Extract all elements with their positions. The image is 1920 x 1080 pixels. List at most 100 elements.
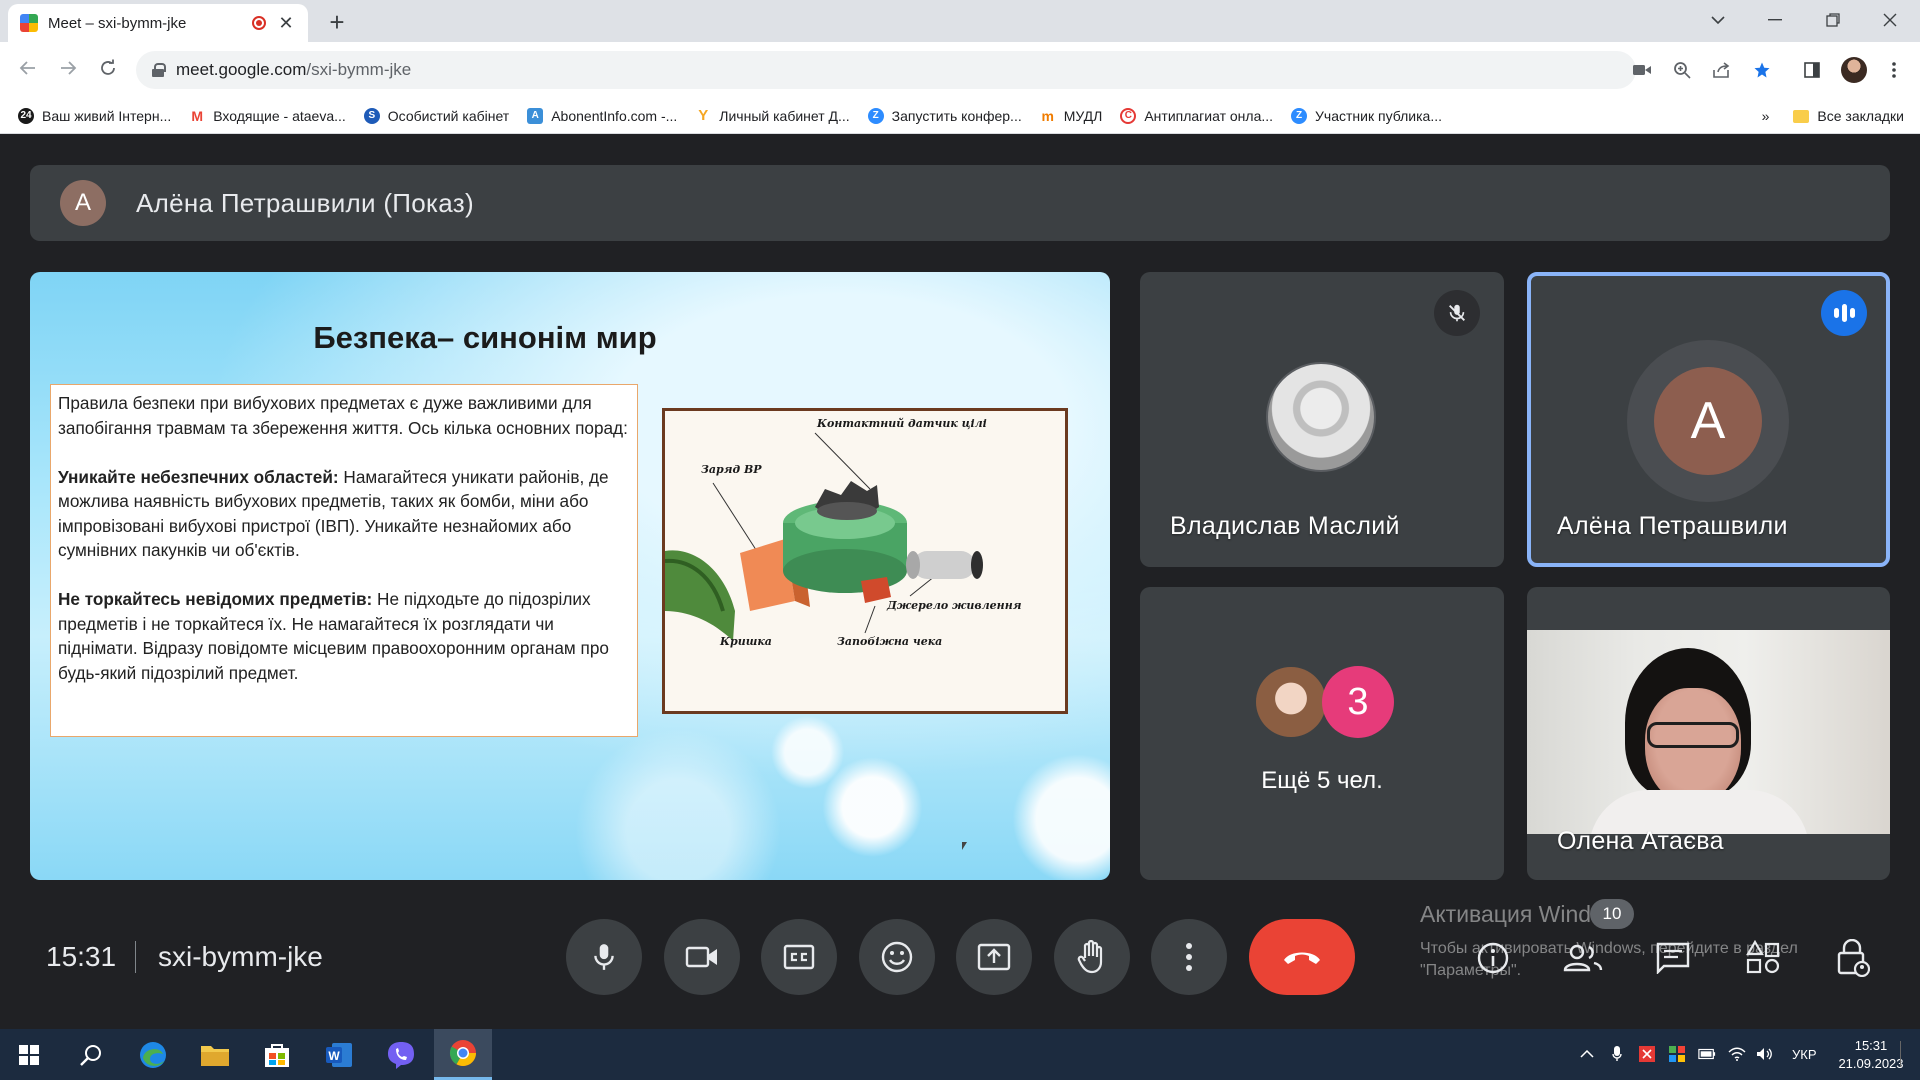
participant-avatar: А: [1654, 367, 1762, 475]
tab-close-icon[interactable]: ✕: [276, 13, 296, 34]
captions-button[interactable]: [761, 919, 837, 995]
more-bookmarks-chevron-icon[interactable]: »: [1762, 108, 1770, 124]
new-tab-button[interactable]: +: [322, 8, 352, 38]
back-arrow-icon[interactable]: [12, 54, 44, 86]
bookmark-item[interactable]: 24 Ваш живий Інтерн...: [18, 107, 171, 124]
microphone-button[interactable]: [566, 919, 642, 995]
tab-search-chevron-down-icon[interactable]: [1690, 0, 1746, 40]
google-meet-favicon-icon: [20, 14, 38, 32]
bookmark-item[interactable]: C Антиплагиат онла...: [1120, 107, 1273, 124]
camera-in-use-icon[interactable]: [1626, 51, 1658, 89]
raise-hand-button[interactable]: [1054, 919, 1130, 995]
address-bar[interactable]: meet.google.com/sxi-bymm-jke: [136, 51, 1770, 89]
bookmark-item[interactable]: Z Запустить конфер...: [867, 107, 1022, 124]
meeting-code: sxi-bymm-jke: [158, 941, 323, 972]
bookmark-item[interactable]: S Особистий кабінет: [363, 107, 509, 124]
search-icon[interactable]: [62, 1029, 120, 1080]
app-tray-icon[interactable]: [1638, 1045, 1656, 1063]
browser-toolbar: meet.google.com/sxi-bymm-jke: [0, 42, 1920, 98]
microsoft-store-icon[interactable]: [248, 1029, 306, 1080]
bookmark-star-icon[interactable]: [1746, 51, 1778, 89]
slide-point-1: Уникайте небезпечних областей: Намагайте…: [58, 466, 609, 561]
close-window-icon[interactable]: [1862, 0, 1918, 40]
profile-avatar[interactable]: [1838, 54, 1870, 86]
activities-icon[interactable]: [1740, 935, 1786, 981]
meet-stage: А Алёна Петрашвили (Показ) Безпека– сино…: [0, 135, 1920, 1029]
word-icon[interactable]: W: [310, 1029, 368, 1080]
show-hidden-icons-chevron-icon[interactable]: [1578, 1045, 1596, 1063]
camera-button[interactable]: [664, 919, 740, 995]
slide-intro: Правила безпеки при вибухових предметах …: [58, 393, 628, 438]
chrome-taskbar-icon[interactable]: [434, 1029, 492, 1080]
input-language[interactable]: УКР: [1792, 1029, 1817, 1080]
participant-name: Алёна Петрашвили: [1557, 512, 1788, 540]
chrome-menu-icon[interactable]: [1878, 54, 1910, 86]
participant-tile-vladyslav[interactable]: Владислав Маслий: [1140, 272, 1504, 567]
taskbar-date: 21.09.2023: [1838, 1056, 1904, 1071]
share-icon[interactable]: [1706, 51, 1738, 89]
show-desktop-button[interactable]: [1900, 1041, 1910, 1067]
more-participants-tile[interactable]: 3 Ещё 5 чел.: [1140, 587, 1504, 880]
presentation-slide[interactable]: Безпека– синонім мир Правила безпеки при…: [30, 272, 1110, 880]
participant-avatar-photo: [1266, 362, 1376, 472]
figure-label-sensor: Контактний датчик цілі: [817, 417, 987, 430]
svg-text:W: W: [328, 1049, 340, 1063]
taskbar-clock[interactable]: 15:31 21.09.2023: [1836, 1029, 1906, 1080]
speaking-indicator-icon: [1821, 290, 1867, 336]
figure-label-lid: Кришка: [720, 635, 772, 648]
zoom-favicon-icon: Z: [867, 107, 884, 124]
figure-label-power: Джерело живлення: [887, 599, 1022, 612]
browser-tab-strip: Meet – sxi-bymm-jke ✕ +: [0, 0, 1920, 42]
reload-icon[interactable]: [92, 54, 124, 86]
edge-icon[interactable]: [124, 1029, 182, 1080]
bookmark-item[interactable]: Z Участник публика...: [1291, 107, 1442, 124]
bookmark-favicon-icon: 24: [18, 107, 34, 124]
bookmark-item[interactable]: A AbonentInfo.com -...: [527, 107, 677, 124]
chat-icon[interactable]: [1650, 935, 1696, 981]
participant-video: [1527, 630, 1890, 834]
volume-icon[interactable]: [1756, 1045, 1774, 1063]
moodle-icon: m: [1041, 107, 1054, 124]
emoji-reaction-button[interactable]: [859, 919, 935, 995]
mine-diagram-image: Контактний датчик цілі Заряд ВР Джерело …: [662, 408, 1068, 714]
leave-call-button[interactable]: [1249, 919, 1355, 995]
url-path: /sxi-bymm-jke: [306, 60, 412, 79]
recording-indicator-icon: [252, 16, 266, 30]
bookmark-item[interactable]: M Входящие - ataeva...: [189, 108, 345, 124]
more-options-button[interactable]: [1151, 919, 1227, 995]
participant-tile-olena[interactable]: Олена Атаєва: [1527, 587, 1890, 880]
url-host: meet.google.com: [176, 60, 307, 79]
lock-icon[interactable]: [152, 63, 166, 77]
bookmark-item[interactable]: m МУДЛ: [1040, 108, 1103, 124]
file-explorer-icon[interactable]: [186, 1029, 244, 1080]
microphone-tray-icon[interactable]: [1608, 1045, 1626, 1063]
restore-window-icon[interactable]: [1805, 0, 1861, 40]
present-screen-button[interactable]: [956, 919, 1032, 995]
meeting-time: 15:31: [46, 941, 117, 972]
zoom-icon[interactable]: [1666, 51, 1698, 89]
slide-text-box: Правила безпеки при вибухових предметах …: [50, 384, 638, 737]
windows-start-icon[interactable]: [0, 1029, 58, 1080]
more-participants-label: Ещё 5 чел.: [1261, 767, 1383, 794]
viber-icon[interactable]: [372, 1029, 430, 1080]
people-icon[interactable]: [1560, 935, 1606, 981]
wifi-icon[interactable]: [1728, 1045, 1746, 1063]
host-controls-lock-icon[interactable]: [1830, 935, 1876, 981]
side-panel-icon[interactable]: [1796, 54, 1828, 86]
folder-icon: [1793, 109, 1810, 123]
taskbar-time: 15:31: [1854, 1038, 1888, 1053]
battery-icon[interactable]: [1698, 1045, 1716, 1063]
meeting-details-info-icon[interactable]: [1470, 935, 1516, 981]
bookmark-item[interactable]: Y Личный кабинет Д...: [695, 107, 849, 124]
all-bookmarks-folder[interactable]: Все закладки: [1793, 108, 1904, 124]
people-count-badge: 10: [1590, 899, 1634, 929]
presenter-avatar: А: [60, 180, 106, 226]
slide-title: Безпека– синонім мир: [313, 320, 657, 355]
forward-arrow-icon[interactable]: [52, 54, 84, 86]
bookmark-favicon-icon: S: [363, 107, 380, 124]
browser-tab-meet[interactable]: Meet – sxi-bymm-jke ✕: [8, 4, 308, 42]
presenter-bar: А Алёна Петрашвили (Показ): [30, 165, 1890, 241]
app-tray-icon[interactable]: [1668, 1045, 1686, 1063]
minimize-window-icon[interactable]: [1747, 0, 1803, 40]
participant-tile-alena[interactable]: А Алёна Петрашвили: [1527, 272, 1890, 567]
